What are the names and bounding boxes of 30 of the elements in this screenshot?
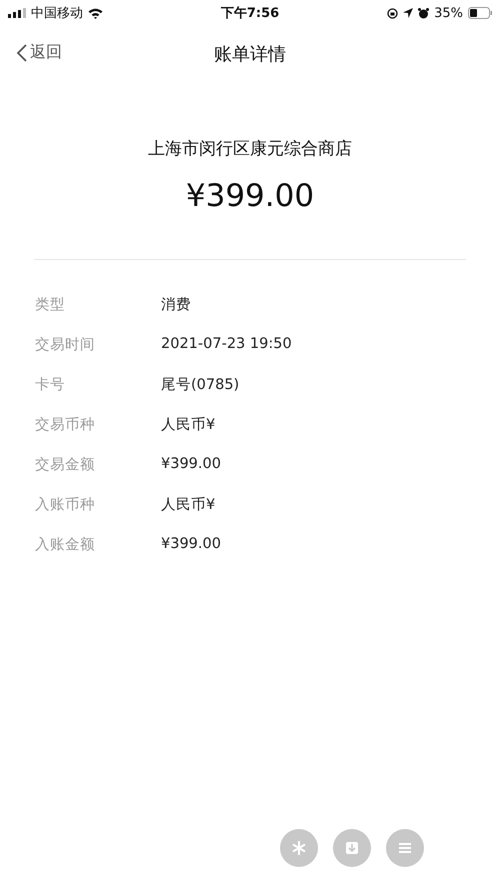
detail-label: 卡号	[35, 376, 66, 394]
status-time: 下午7:56	[220, 5, 280, 22]
rotation-lock-icon	[387, 8, 398, 18]
wifi-icon	[88, 8, 103, 18]
merchant-name: 上海市闵行区康元综合商店	[148, 138, 352, 160]
detail-label: 类型	[35, 296, 66, 314]
location-icon	[403, 8, 414, 18]
detail-label: 交易币种	[35, 416, 96, 434]
chevron-left-icon	[16, 44, 28, 62]
detail-value: ¥399.00	[161, 536, 221, 552]
detail-label: 入账币种	[35, 496, 96, 514]
detail-value: 人民币¥	[161, 496, 216, 514]
signal-icon	[8, 8, 26, 18]
amount-text: ¥399.00	[186, 178, 314, 214]
page-title: 账单详情	[214, 43, 286, 66]
detail-value: ¥399.00	[161, 456, 221, 472]
download-icon[interactable]	[333, 829, 371, 867]
detail-value: 消费	[161, 296, 191, 314]
back-button[interactable]: 返回	[16, 42, 62, 63]
detail-label: 交易时间	[35, 336, 96, 354]
battery-icon	[468, 7, 492, 19]
detail-label: 交易金额	[35, 456, 96, 474]
detail-value: 2021-07-23 19:50	[161, 336, 292, 352]
menu-icon[interactable]	[386, 829, 424, 867]
asterisk-icon[interactable]	[280, 829, 318, 867]
carrier-name: 中国移动	[31, 5, 83, 22]
detail-label: 入账金额	[35, 536, 96, 554]
detail-value: 人民币¥	[161, 416, 216, 434]
detail-value: 尾号(0785)	[161, 376, 240, 394]
battery-percent: 35%	[434, 6, 463, 20]
